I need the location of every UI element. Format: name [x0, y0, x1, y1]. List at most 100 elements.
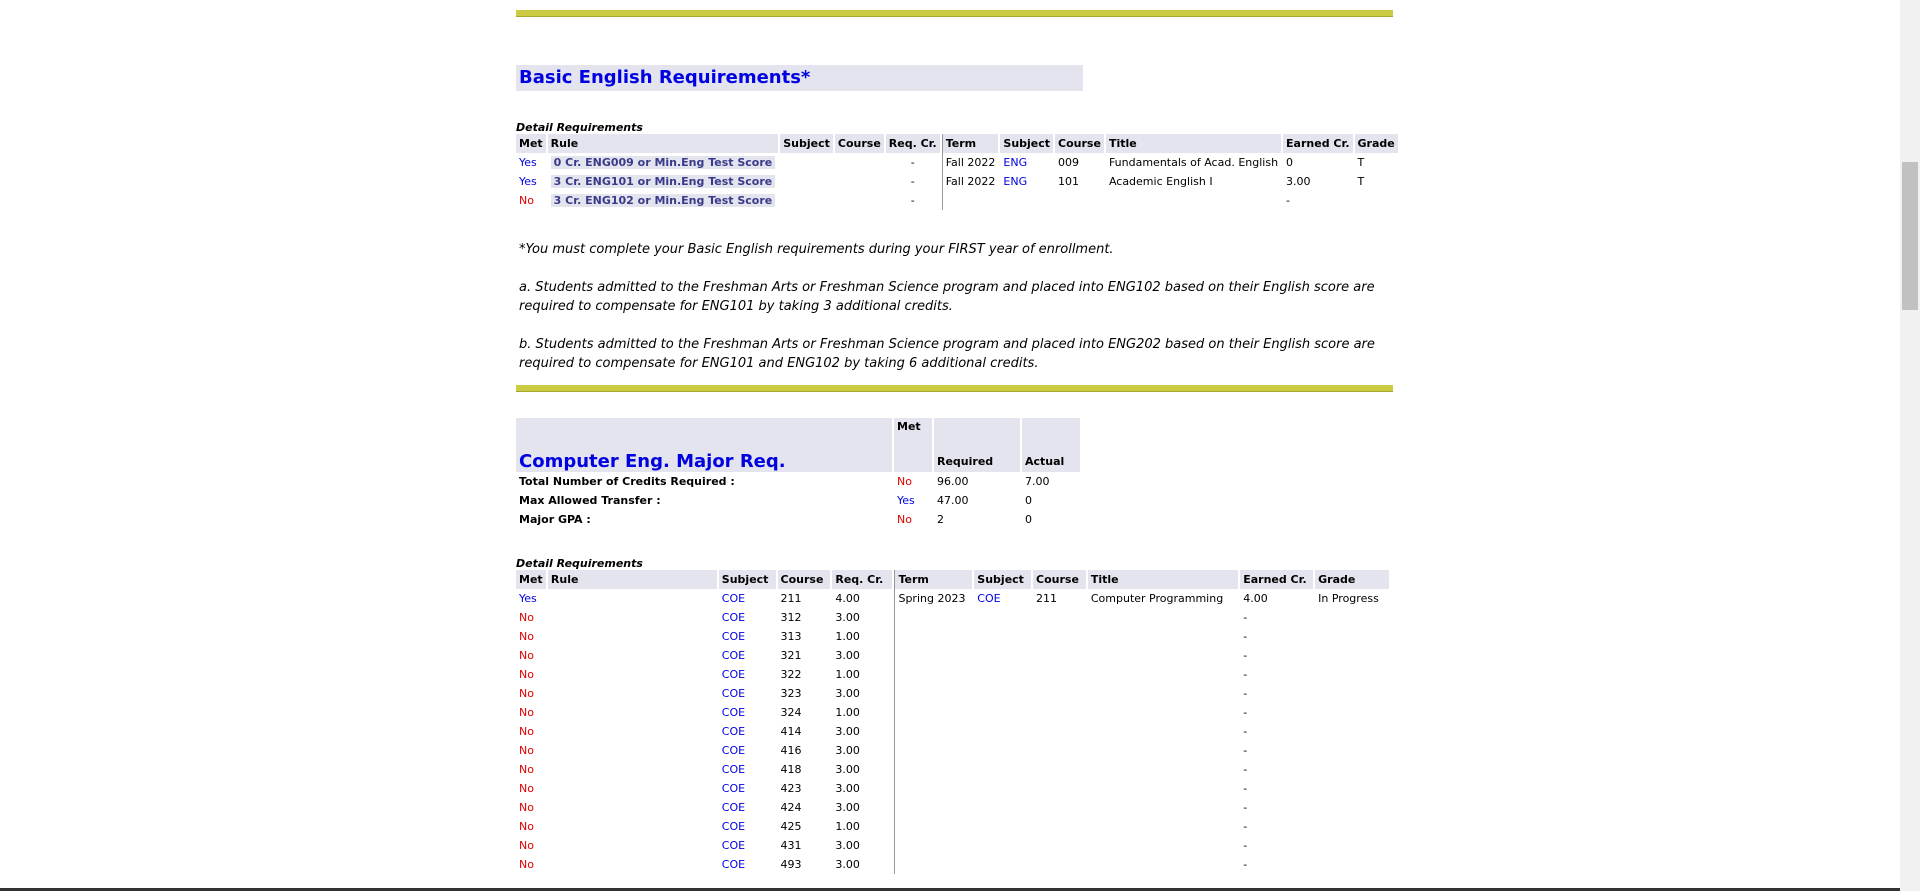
met-status: No [519, 744, 534, 757]
taken-subject-link[interactable] [974, 760, 1031, 779]
course-number: 431 [780, 839, 802, 852]
term-cell [894, 760, 972, 779]
course-number: 493 [780, 858, 802, 871]
earned-credits: - [1243, 668, 1248, 681]
english-note-star: *You must complete your Basic English re… [519, 242, 1114, 257]
taken-subject-link[interactable]: ENG [1000, 153, 1053, 172]
req-credits: 3.00 [835, 858, 860, 871]
major-section-title: Computer Eng. Major Req. [519, 451, 786, 472]
taken-course [1033, 665, 1086, 684]
scrollbar-thumb[interactable] [1902, 162, 1918, 310]
major-col-header: Title [1087, 570, 1239, 589]
req-credits: - [910, 156, 915, 169]
taken-subject-link[interactable] [974, 722, 1031, 741]
subject-link[interactable]: COE [719, 646, 776, 665]
subject-link[interactable]: COE [719, 608, 776, 627]
subject-link[interactable]: COE [719, 703, 776, 722]
met-status: No [519, 858, 534, 871]
term-cell [894, 703, 972, 722]
earned-credits: - [1243, 801, 1248, 814]
grade-cell [1315, 817, 1389, 836]
taken-course [1033, 779, 1086, 798]
english-col-header: Title [1105, 134, 1282, 153]
term-cell [894, 665, 972, 684]
english-table-row: Yes 3 Cr. ENG101 or Min.Eng Test Score - Fa… [516, 172, 1398, 191]
term-cell [941, 191, 999, 210]
term-cell: Fall 2022 [941, 153, 999, 172]
english-col-header: Term [941, 134, 999, 153]
term-cell: Spring 2023 [894, 589, 972, 608]
english-col-header: Course [1055, 134, 1104, 153]
english-title-block: Basic English Requirements* [516, 65, 1083, 91]
taken-subject-link[interactable] [974, 741, 1031, 760]
term-cell [894, 627, 972, 646]
earned-credits: - [1243, 649, 1248, 662]
rule-cell [548, 684, 717, 703]
taken-subject-link[interactable] [974, 665, 1031, 684]
summary-actual-header: Actual [1022, 450, 1080, 472]
course-title [1088, 741, 1238, 760]
taken-course [1055, 191, 1104, 210]
earned-credits: - [1243, 782, 1248, 795]
subject-link[interactable]: COE [719, 665, 776, 684]
vertical-scrollbar[interactable] [1900, 0, 1920, 891]
taken-subject-link[interactable]: COE [974, 589, 1031, 608]
major-table-row: No COE 425 1.00 - [516, 817, 1389, 836]
earned-credits: 0 [1286, 156, 1294, 169]
subject-link[interactable]: COE [719, 779, 776, 798]
major-col-header: Req. Cr. [832, 570, 893, 589]
grade-cell [1315, 608, 1389, 627]
grade-cell [1315, 779, 1389, 798]
taken-subject-link[interactable] [1000, 191, 1053, 210]
met-status: Yes [897, 494, 915, 507]
major-detail-label: Detail Requirements [516, 557, 643, 570]
rule-link[interactable]: 0 Cr. ENG009 or Min.Eng Test Score [550, 156, 776, 169]
english-note-a: a. Students admitted to the Freshman Art… [519, 280, 1375, 314]
subject-link[interactable]: COE [719, 589, 776, 608]
taken-subject-link[interactable] [974, 855, 1031, 874]
subject-link[interactable]: COE [719, 855, 776, 874]
taken-subject-link[interactable]: ENG [1000, 172, 1053, 191]
taken-subject-link[interactable] [974, 817, 1031, 836]
taken-subject-link[interactable] [974, 684, 1031, 703]
course-number: 416 [780, 744, 802, 757]
taken-subject-link[interactable] [974, 646, 1031, 665]
subject-link[interactable]: COE [719, 627, 776, 646]
grade-cell [1315, 722, 1389, 741]
summary-blank-header [1022, 418, 1080, 451]
subject-link[interactable]: COE [719, 798, 776, 817]
taken-course: 101 [1058, 175, 1080, 188]
summary-row: Major GPA : No 2 0 [516, 510, 1080, 529]
term-cell [894, 646, 972, 665]
taken-subject-link[interactable] [974, 798, 1031, 817]
rule-cell [548, 836, 717, 855]
subject-link[interactable]: COE [719, 684, 776, 703]
req-credits: 3.00 [835, 611, 860, 624]
rule-link[interactable]: 3 Cr. ENG101 or Min.Eng Test Score [550, 175, 776, 188]
subject-link[interactable]: COE [719, 817, 776, 836]
subject-link[interactable]: COE [719, 741, 776, 760]
earned-credits: - [1243, 744, 1248, 757]
met-status: No [519, 630, 534, 643]
taken-subject-link[interactable] [974, 627, 1031, 646]
taken-subject-link[interactable] [974, 608, 1031, 627]
taken-subject-link[interactable] [974, 703, 1031, 722]
met-status: No [519, 649, 534, 662]
req-credits: 4.00 [835, 592, 860, 605]
grade-cell [1315, 760, 1389, 779]
rule-cell [548, 855, 717, 874]
rule-cell [548, 741, 717, 760]
met-status: No [519, 782, 534, 795]
taken-subject-link[interactable] [974, 779, 1031, 798]
subject-link[interactable]: COE [719, 760, 776, 779]
section-divider [516, 385, 1393, 392]
term-cell [894, 722, 972, 741]
subject-link[interactable]: COE [719, 836, 776, 855]
english-col-header: Grade [1354, 134, 1398, 153]
subject-link[interactable]: COE [719, 722, 776, 741]
rule-cell: 3 Cr. ENG102 or Min.Eng Test Score [548, 191, 779, 210]
rule-link[interactable]: 3 Cr. ENG102 or Min.Eng Test Score [550, 194, 776, 207]
earned-credits: - [1243, 839, 1248, 852]
taken-subject-link[interactable] [974, 836, 1031, 855]
course-number: 424 [780, 801, 802, 814]
